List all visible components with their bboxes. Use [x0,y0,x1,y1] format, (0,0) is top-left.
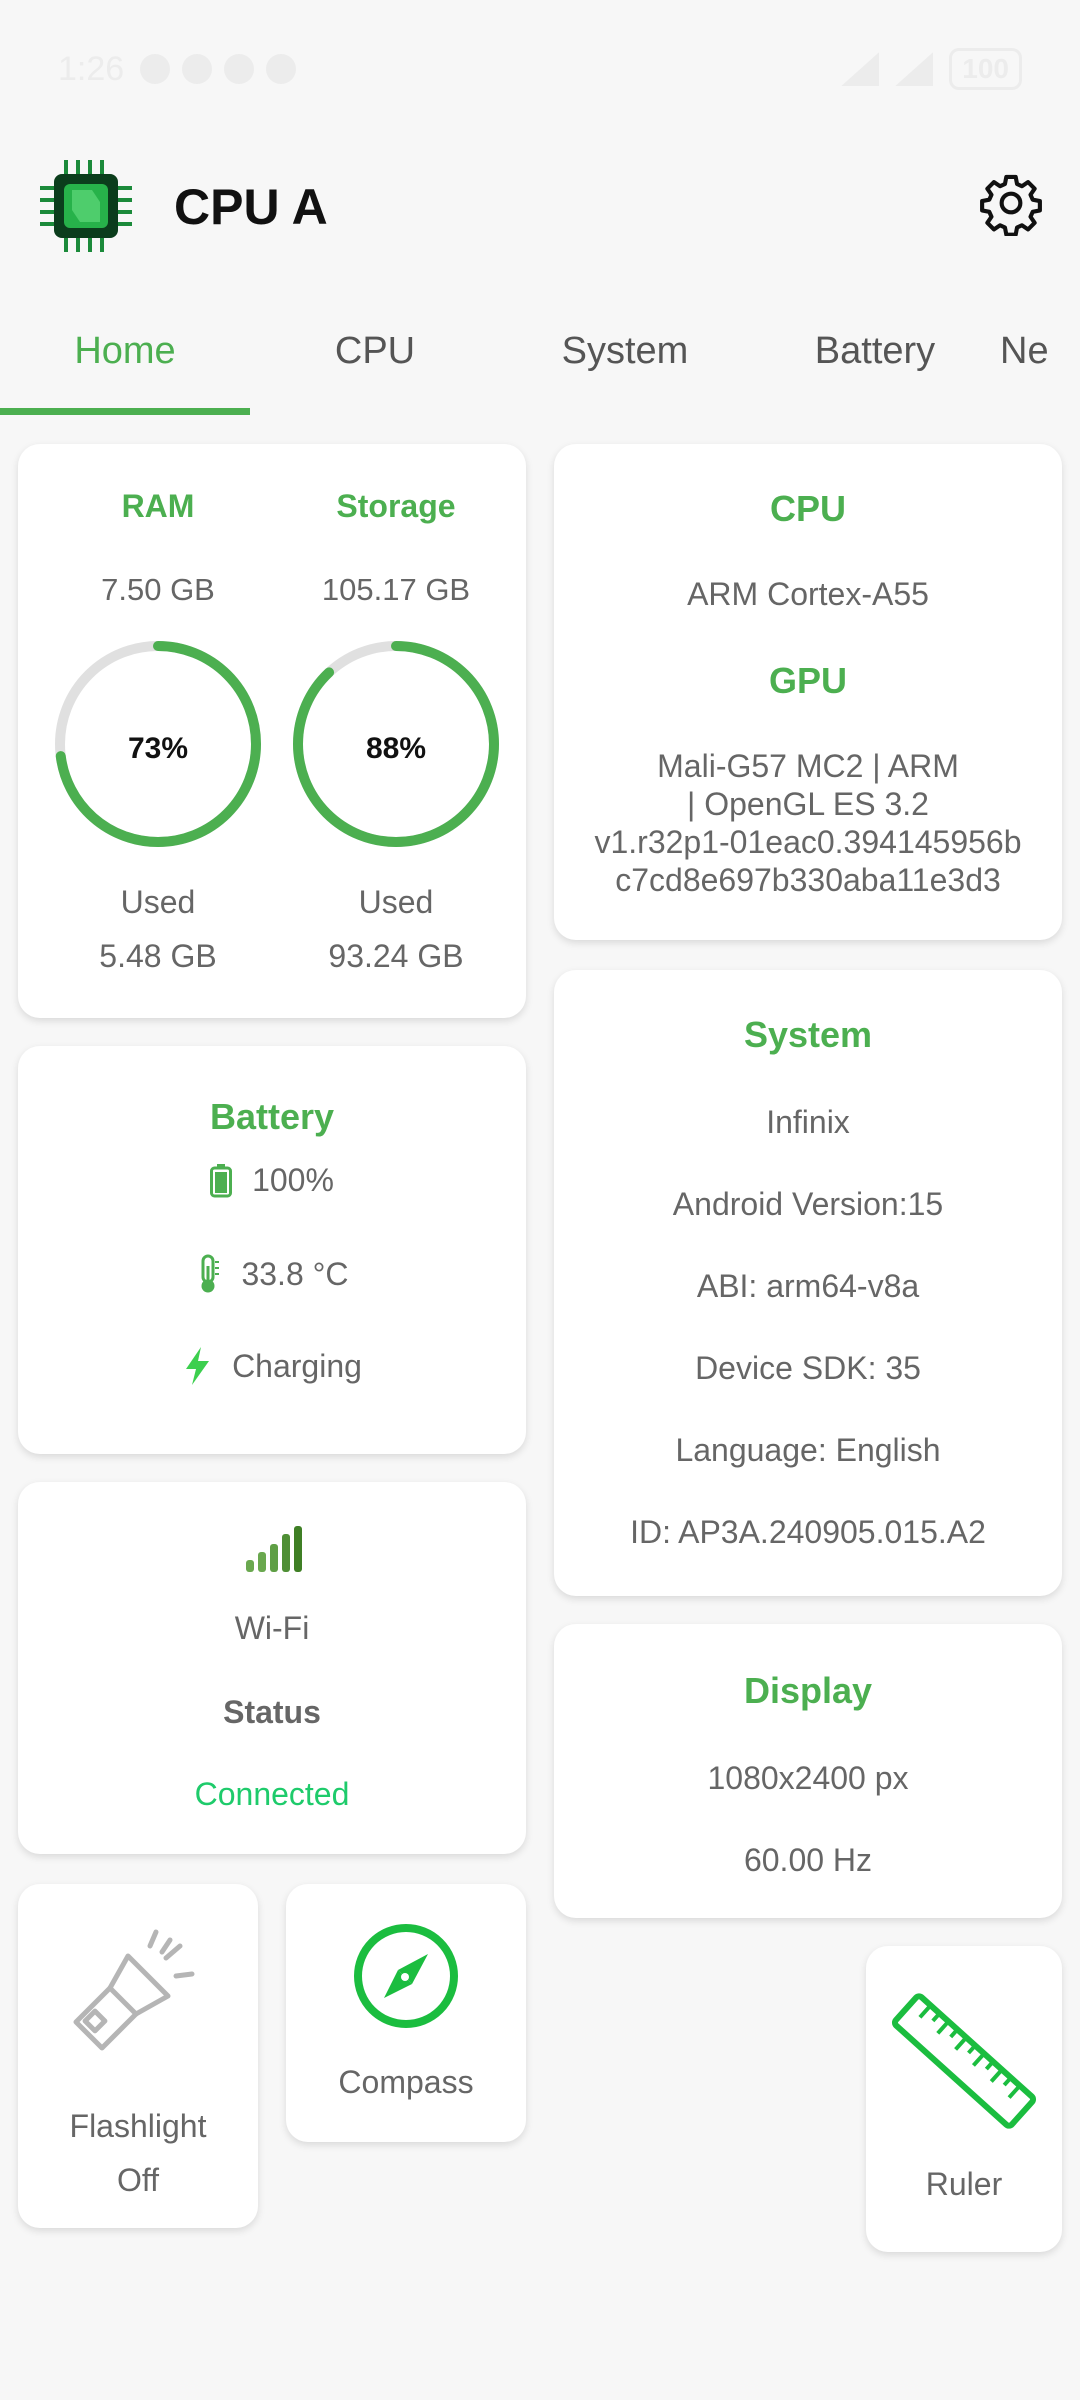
battery-level-row: 100% [18,1162,526,1199]
cpu-title: CPU [769,488,846,529]
gpu-title: GPU [768,660,847,701]
battery-temperature: 33.8 °C [241,1255,349,1292]
cpu-chip-icon [40,160,132,252]
gpu-line-2: | OpenGL ES 3.2 [687,786,929,822]
display-refresh-rate: 60.00 Hz [743,1842,873,1878]
system-language: Language: English [675,1432,941,1468]
active-tab-indicator [0,408,250,415]
compass-label: Compass [338,2064,474,2100]
battery-card[interactable]: Battery 100% 33.8 °C Charging [18,1046,526,1454]
tab-home[interactable]: Home [0,330,250,373]
compass-button[interactable]: Compass [286,1884,526,2142]
storage-percent: 88% [365,732,427,765]
tab-bar: Home CPU System Battery Ne [0,310,1080,416]
flashlight-button[interactable]: Flashlight Off [18,1884,258,2228]
ruler-label: Ruler [925,2166,1003,2202]
status-time: 1:26 [58,50,125,88]
thermometer-icon [201,1254,220,1293]
system-sdk: Device SDK: 35 [695,1350,921,1386]
ram-used-value: 5.48 GB [99,938,217,974]
signal-bars-icon [246,1526,302,1572]
storage-title: Storage [336,488,456,524]
display-card[interactable]: Display 1080x2400 px 60.00 Hz [554,1624,1062,1918]
tab-system[interactable]: System [500,330,750,373]
battery-indicator: 100 [949,48,1022,90]
network-status-label: Status [223,1694,321,1730]
flashlight-label: Flashlight [69,2108,207,2144]
notification-icons [140,54,296,84]
ram-title: RAM [121,488,195,524]
tab-network[interactable]: Ne [1000,330,1080,373]
ram-percent: 73% [127,732,189,765]
compass-icon [354,1924,458,2028]
settings-gear-icon[interactable] [978,170,1044,236]
system-brand: Infinix [766,1104,850,1140]
gpu-line-1: Mali-G57 MC2 | ARM [657,748,959,784]
app-title: CPU A [174,179,328,235]
network-status: Connected [194,1776,350,1812]
storage-used-value: 93.24 GB [328,938,464,974]
ram-used-label: Used [120,884,196,920]
cpu-gpu-card[interactable]: CPU ARM Cortex-A55 GPU Mali-G57 MC2 | AR… [554,444,1062,940]
ruler-icon [891,1993,1037,2129]
tab-battery[interactable]: Battery [750,330,1000,373]
ram-total: 7.50 GB [101,572,215,607]
snapchat-icon [266,54,296,84]
flashlight-icon [73,1929,195,2051]
wifi-signal-icon [841,52,880,86]
display-title: Display [743,1670,873,1711]
display-resolution: 1080x2400 px [707,1760,909,1796]
storage-total: 105.17 GB [321,572,471,607]
battery-level: 100% [252,1162,334,1198]
lightning-bolt-icon [186,1347,210,1385]
battery-title: Battery [209,1096,335,1137]
storage-used-label: Used [358,884,434,920]
cpu-name: ARM Cortex-A55 [687,576,929,612]
system-abi: ABI: arm64-v8a [696,1268,920,1304]
gpu-line-4: c7cd8e697b330aba11e3d3 [615,862,1001,898]
cell-signal-icon [895,52,934,86]
system-card[interactable]: System Infinix Android Version:15 ABI: a… [554,970,1062,1596]
battery-state-row: Charging [18,1346,526,1386]
facebook-icon [224,54,254,84]
battery-temp-row: 33.8 °C [18,1254,526,1294]
chat-icon [182,54,212,84]
tab-cpu[interactable]: CPU [250,330,500,373]
system-android-version: Android Version:15 [672,1186,944,1222]
status-bar: 1:26 100 [0,0,1080,140]
memory-card[interactable]: RAM 7.50 GB 73% Used 5.48 GB Storage 105… [18,444,526,1018]
status-right: 100 [841,48,1022,90]
system-build-id: ID: AP3A.240905.015.A2 [630,1514,986,1550]
app-header: CPU A [0,140,1080,270]
battery-charging-state: Charging [232,1347,362,1384]
ruler-button[interactable]: Ruler [866,1946,1062,2252]
battery-icon [210,1163,233,1197]
network-card[interactable]: Wi-Fi Status Connected [18,1482,526,1854]
gpu-line-3: v1.r32p1-01eac0.394145956b [594,824,1022,860]
whatsapp-icon [140,54,170,84]
network-type: Wi-Fi [234,1610,310,1646]
system-title: System [743,1014,873,1055]
flashlight-state: Off [116,2162,160,2198]
